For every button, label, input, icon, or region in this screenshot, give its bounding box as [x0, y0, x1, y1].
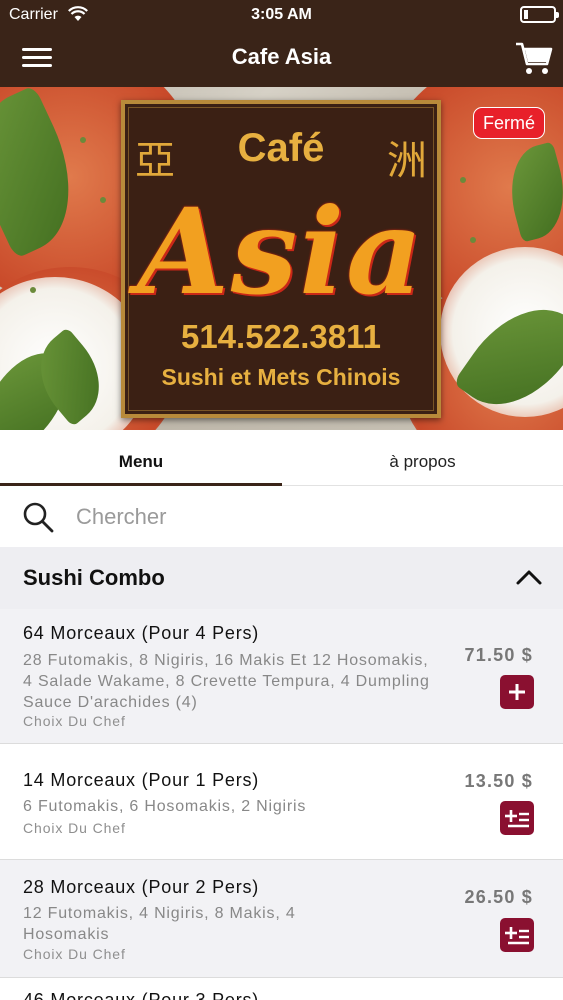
search-bar [0, 487, 563, 547]
chevron-up-icon[interactable] [514, 567, 544, 587]
logo-cafe-text: Café [237, 126, 325, 170]
item-description: 12 Futomakis, 4 Nigiris, 8 Makis, 4 Hoso… [23, 905, 296, 943]
item-description: 6 Futomakis, 6 Hosomakis, 2 Nigiris [23, 798, 307, 815]
restaurant-logo: 亞 洲 Café Asia 514.522.3811 Sushi et Mets… [121, 100, 441, 418]
item-price: 26.50 $ [464, 887, 533, 907]
status-bar: Carrier 3:05 AM [0, 0, 563, 30]
tab-bar: Menu à propos [0, 430, 563, 486]
list-item[interactable]: 28 Morceaux (Pour 2 Pers) 12 Futomakis, … [0, 860, 563, 978]
tab-menu[interactable]: Menu [0, 430, 282, 486]
closed-status-badge: Fermé [473, 107, 545, 139]
page-title: Cafe Asia [231, 44, 332, 69]
item-description: 28 Futomakis, 8 Nigiris, 16 Makis Et 12 … [23, 652, 430, 711]
add-to-cart-button[interactable] [500, 675, 534, 709]
item-note: Choix Du Chef [23, 713, 126, 729]
tab-about[interactable]: à propos [282, 430, 563, 486]
nav-bar: Cafe Asia [0, 30, 563, 87]
add-to-cart-options-button[interactable] [500, 918, 534, 952]
plus-icon [509, 684, 525, 700]
add-options-icon [505, 927, 529, 945]
logo-asia-text: Asia [137, 182, 425, 321]
item-price: 71.50 $ [464, 645, 533, 665]
search-input[interactable] [76, 497, 536, 537]
section-title: Sushi Combo [23, 565, 165, 590]
add-to-cart-options-button[interactable] [500, 801, 534, 835]
cart-icon[interactable] [515, 40, 553, 76]
item-name: 14 Morceaux (Pour 1 Pers) [23, 770, 260, 790]
active-tab-indicator [0, 483, 282, 486]
list-item[interactable]: 46 Morceaux (Pour 3 Pers) [0, 978, 563, 1000]
item-name: 64 Morceaux (Pour 4 Pers) [23, 623, 260, 643]
item-name: 28 Morceaux (Pour 2 Pers) [23, 877, 260, 897]
item-note: Choix Du Chef [23, 946, 126, 962]
add-options-icon [505, 810, 529, 828]
item-price: 13.50 $ [464, 771, 533, 791]
list-item[interactable]: 64 Morceaux (Pour 4 Pers) 28 Futomakis, … [0, 609, 563, 744]
section-header-sushi-combo[interactable]: Sushi Combo [0, 547, 563, 609]
logo-tagline: Sushi et Mets Chinois [161, 364, 401, 390]
search-icon [23, 502, 54, 533]
status-time: 3:05 AM [251, 6, 312, 23]
item-note: Choix Du Chef [23, 820, 126, 836]
list-item[interactable]: 14 Morceaux (Pour 1 Pers) 6 Futomakis, 6… [0, 744, 563, 860]
battery-icon [520, 6, 559, 23]
logo-phone-number: 514.522.3811 [180, 318, 382, 355]
item-name: 46 Morceaux (Pour 3 Pers) [23, 990, 260, 1000]
